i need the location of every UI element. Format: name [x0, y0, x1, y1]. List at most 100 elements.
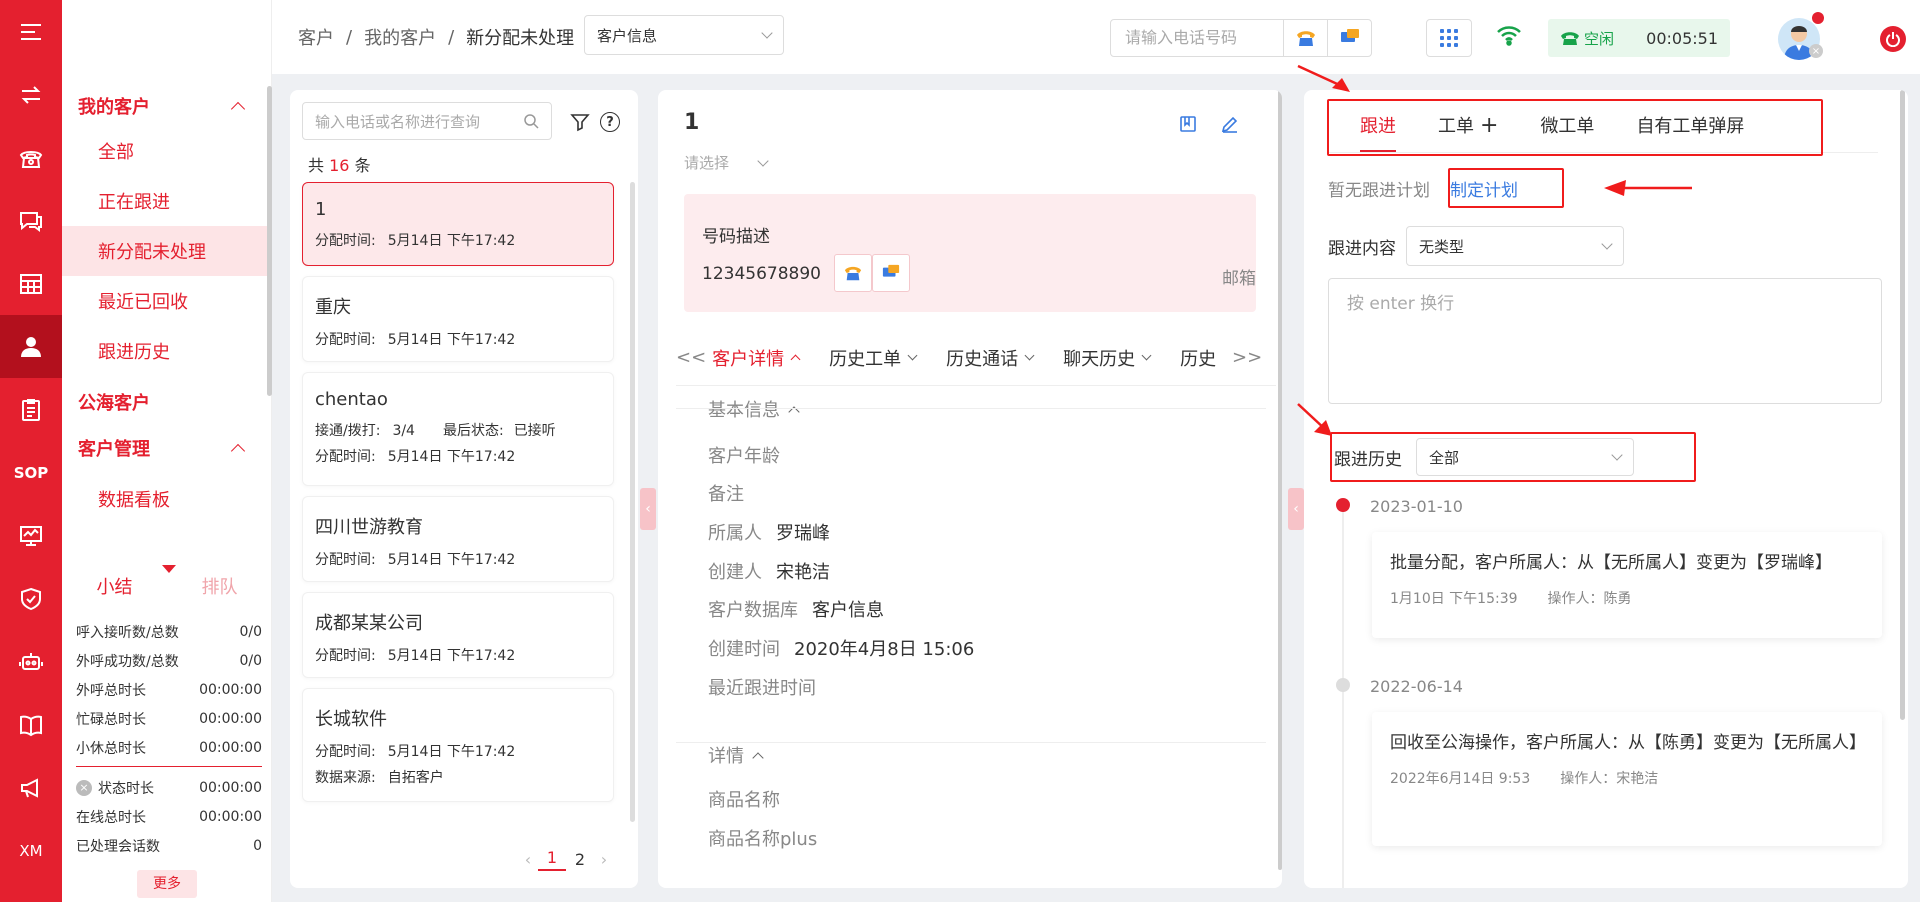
tab-history-calls[interactable]: 历史通话 [946, 345, 1035, 371]
sidebar-group-public[interactable]: 公海客户 [62, 376, 271, 428]
breadcrumb-item[interactable]: 客户 [298, 24, 334, 50]
tab-history-tickets[interactable]: 历史工单 [829, 345, 918, 371]
sop-icon[interactable]: SOP [0, 441, 62, 504]
power-icon[interactable] [1880, 26, 1906, 52]
sms-button[interactable] [872, 254, 910, 292]
follow-content-textarea[interactable]: 按 enter 换行 [1328, 278, 1882, 404]
customer-card[interactable]: 重庆 分配时间: 5月14日 下午17:42 [302, 276, 614, 362]
detail-actions [1178, 114, 1240, 134]
dialpad-button[interactable] [1426, 19, 1472, 57]
customer-card[interactable]: 四川世游教育 分配时间: 5月14日 下午17:42 [302, 496, 614, 582]
page-button[interactable]: 1 [538, 848, 566, 871]
customer-search-input[interactable]: 输入电话或名称进行查询 [302, 102, 552, 140]
chevron-down-icon [907, 350, 918, 361]
tabs-scroll-right[interactable]: >> [1232, 347, 1262, 368]
sidebar-item-dashboard[interactable]: 数据看板 [62, 474, 271, 524]
collapse-left-handle[interactable]: ‹ [640, 488, 656, 530]
sidebar-scrollbar[interactable] [267, 86, 272, 396]
help-icon[interactable]: ? [600, 112, 620, 132]
tab-queue[interactable]: 排队 [167, 573, 272, 599]
sidebar-item-recently-recycled[interactable]: 最近已回收 [62, 276, 271, 326]
sms-button[interactable] [1327, 20, 1371, 56]
annotation-arrow [1604, 180, 1692, 196]
phone-input[interactable]: 请输入电话号码 [1111, 20, 1283, 56]
customer-detail-panel: 1 请选择 号码描述 12345678890 邮箱 << 客户详情 历史工单 历… [658, 90, 1282, 888]
tab-history-more[interactable]: 历史 [1180, 345, 1216, 371]
icon-rail: SOP XM [0, 0, 62, 902]
transfer-icon[interactable] [0, 63, 62, 126]
tab-customer-detail[interactable]: 客户详情 [712, 345, 801, 371]
field-database: 客户数据库 客户信息 [708, 600, 884, 621]
sidebar-group-manage[interactable]: 客户管理 [62, 428, 271, 468]
collapse-middle-handle[interactable]: ‹ [1288, 488, 1304, 530]
close-circle-icon[interactable]: × [76, 779, 92, 796]
robot-icon[interactable] [0, 630, 62, 693]
stat-row: 小休总时长 00:00:00 [76, 739, 262, 757]
phone-number: 12345678890 [702, 264, 821, 284]
stat-row: 外呼总时长 00:00:00 [76, 681, 262, 699]
timeline-date: 2023-01-10 [1370, 497, 1463, 516]
field-last-follow: 最近跟进时间 [708, 678, 816, 699]
field-created-time: 创建时间 2020年4月8日 15:06 [708, 639, 975, 660]
book-icon[interactable] [0, 693, 62, 756]
sidebar-item-new-unprocessed[interactable]: 新分配未处理 [62, 226, 271, 276]
follow-up-panel: 跟进 工单 + 微工单 自有工单弹屏 暂无跟进计划 制定计划 跟进内容 无类型 按… [1304, 90, 1908, 888]
customer-card[interactable]: 成都某某公司 分配时间: 5月14日 下午17:42 [302, 592, 614, 678]
grid-table-icon[interactable] [0, 252, 62, 315]
detail-scrollbar[interactable] [1278, 90, 1282, 870]
chevron-down-icon [1601, 238, 1613, 250]
customer-card[interactable]: chentao 接通/拨打: 3/4 最后状态: 已接听 分配时间: 5月14日 下午1… [302, 372, 614, 486]
stats-divider [76, 766, 262, 767]
chat-icon[interactable] [0, 189, 62, 252]
timeline-date: 2022-06-14 [1370, 677, 1463, 696]
customer-name: chentao [315, 389, 388, 410]
customer-user-icon[interactable] [0, 315, 62, 378]
bookmark-icon[interactable] [1178, 114, 1198, 134]
customer-card[interactable]: 长城软件 分配时间: 5月14日 下午17:42 数据来源: 自拓客户 [302, 688, 614, 802]
stat-row: 已处理会话数 0 [76, 837, 262, 855]
stat-row: 呼入接听数/总数 0/0 [76, 623, 262, 641]
tab-summary[interactable]: 小结 [62, 573, 167, 599]
clipboard-icon[interactable] [0, 378, 62, 441]
sidebar-group-my-customers[interactable]: 我的客户 [62, 86, 271, 126]
section-basic-info[interactable]: 基本信息 [708, 396, 800, 422]
telephone-icon[interactable] [0, 126, 62, 189]
menu-icon[interactable] [0, 0, 62, 63]
monitor-chart-icon[interactable] [0, 504, 62, 567]
collapse-triangle-icon[interactable] [162, 565, 176, 573]
customer-name: 重庆 [315, 297, 351, 318]
telephone-icon [844, 266, 862, 281]
sidebar-item-following[interactable]: 正在跟进 [62, 176, 271, 226]
megaphone-icon[interactable] [0, 756, 62, 819]
section-details[interactable]: 详情 [708, 742, 764, 768]
follow-scrollbar[interactable] [1900, 90, 1905, 720]
shield-check-icon[interactable] [0, 567, 62, 630]
phone-dial-box: 请输入电话号码 [1110, 19, 1372, 57]
page-button[interactable]: 2 [566, 850, 594, 869]
breadcrumb-item[interactable]: 我的客户 [364, 24, 436, 50]
call-button[interactable] [1283, 20, 1327, 56]
edit-icon[interactable] [1220, 114, 1240, 134]
agent-status[interactable]: 空闲 00:05:51 [1548, 19, 1730, 57]
tabs-scroll-left[interactable]: << [676, 347, 706, 368]
prev-page-icon[interactable]: ‹ [518, 850, 538, 869]
customer-card[interactable]: 1 分配时间: 5月14日 下午17:42 [302, 182, 614, 266]
customer-title: 1 [684, 110, 700, 135]
tab-chat-history[interactable]: 聊天历史 [1063, 345, 1152, 371]
more-button[interactable]: 更多 [137, 870, 197, 898]
field-age: 客户年龄 [708, 446, 780, 467]
follow-type-select[interactable]: 无类型 [1406, 226, 1624, 266]
call-button[interactable] [834, 254, 872, 292]
filter-icon[interactable] [570, 112, 590, 136]
field-creator: 创建人 宋艳洁 [708, 562, 830, 583]
sidebar: 我的客户 全部 正在跟进 新分配未处理 最近已回收 跟进历史 公海客户 客户管理… [62, 0, 272, 902]
close-circle-icon[interactable]: × [1809, 44, 1823, 58]
list-scrollbar[interactable] [630, 182, 635, 822]
field-product-name: 商品名称 [708, 790, 780, 811]
next-page-icon[interactable]: › [594, 850, 614, 869]
sidebar-item-all[interactable]: 全部 [62, 126, 271, 176]
sidebar-item-follow-history[interactable]: 跟进历史 [62, 326, 271, 376]
customer-tag-select[interactable]: 请选择 [684, 152, 769, 173]
xm-icon[interactable]: XM [0, 819, 62, 882]
database-select[interactable]: 客户信息 [584, 15, 784, 55]
